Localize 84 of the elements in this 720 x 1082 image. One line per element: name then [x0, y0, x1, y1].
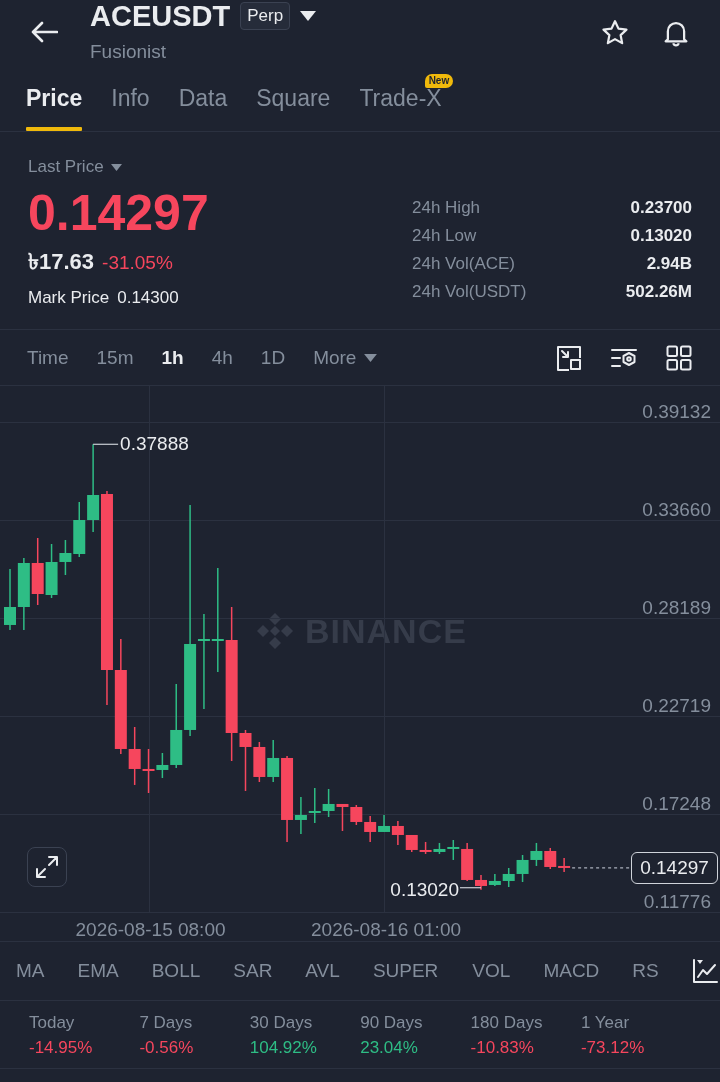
stat-label: 24h High	[412, 197, 481, 219]
indicator-tab[interactable]: BOLL	[151, 960, 201, 982]
y-axis-label: 0.39132	[642, 401, 711, 423]
indicator-tab[interactable]: MA	[16, 960, 45, 982]
period-change: -0.56%	[139, 1037, 195, 1059]
leader-line	[92, 443, 119, 445]
period-change: 23.04%	[360, 1037, 419, 1059]
candlestick	[31, 537, 44, 606]
high-price-label: 0.37888	[120, 433, 189, 456]
leader-line	[459, 887, 482, 889]
y-axis-label: 0.11776	[643, 891, 711, 913]
period-change: -14.95%	[29, 1037, 94, 1059]
x-axis-label: 2026-08-15 08:00	[75, 919, 226, 941]
candlestick	[336, 803, 349, 832]
period-change: 104.92%	[249, 1037, 318, 1059]
stat-label: 24h Vol(ACE)	[412, 253, 515, 275]
candlestick	[419, 841, 432, 855]
indicator-tab[interactable]: SUPER	[372, 960, 439, 982]
interval-tab[interactable]: Time	[27, 346, 69, 369]
current-price-tag: 0.14297	[631, 851, 718, 884]
stat-value: 0.23700	[630, 197, 692, 219]
back-arrow-icon[interactable]	[30, 21, 58, 43]
interval-tab[interactable]: More	[313, 346, 378, 369]
period-label: 90 Days	[360, 1012, 424, 1034]
indicator-tab[interactable]: AVL	[305, 960, 340, 982]
period-label: 180 Days	[470, 1012, 544, 1034]
stat-value: 2.94B	[646, 253, 692, 275]
candlestick	[391, 820, 404, 846]
period-change: -10.83%	[470, 1037, 535, 1059]
mark-price-value: 0.14300	[117, 287, 179, 309]
interval-tab[interactable]: 1h	[161, 346, 184, 369]
y-axis-label: 0.17248	[642, 793, 711, 815]
expand-icon	[35, 855, 59, 879]
stat-label: 24h Low	[412, 225, 477, 247]
grid-icon[interactable]	[666, 344, 692, 371]
indicator-tab[interactable]: EMA	[77, 960, 119, 982]
period-change: -73.12%	[580, 1037, 646, 1059]
period-label: Today	[29, 1012, 76, 1034]
candlestick	[322, 788, 335, 818]
low-price-label: 0.13020	[390, 878, 459, 901]
expand-button[interactable]	[27, 847, 67, 887]
candlestick	[4, 568, 16, 631]
y-axis-label: 0.22719	[642, 695, 711, 717]
stat-label: 24h Vol(USDT)	[412, 281, 527, 303]
indicator-tab[interactable]: VOL	[472, 960, 511, 982]
candlestick	[530, 842, 543, 867]
tab[interactable]: Price	[26, 88, 83, 131]
period-label: 30 Days	[249, 1012, 314, 1034]
candlestick	[405, 834, 418, 853]
y-axis-label: 0.33660	[642, 499, 711, 521]
tab[interactable]: Info	[111, 88, 150, 131]
y-axis-label: 0.28189	[642, 597, 711, 619]
indicator-tab[interactable]: MACD	[543, 960, 600, 982]
fiat-price: ৳17.63	[28, 249, 95, 275]
last-price: 0.14297	[28, 186, 209, 240]
tab[interactable]: Trade-X	[359, 88, 442, 131]
interval-tab[interactable]: 1D	[260, 346, 286, 369]
indicator-tab[interactable]: SAR	[233, 960, 273, 982]
contract-badge: Perp	[240, 2, 291, 30]
caret-icon	[364, 353, 378, 362]
stat-value: 0.13020	[630, 225, 692, 247]
price-type-dropdown[interactable]: Last Price	[28, 157, 122, 177]
caret-icon[interactable]	[300, 11, 317, 21]
caret-icon	[110, 163, 122, 171]
box-arrow-icon[interactable]	[556, 344, 582, 371]
tab[interactable]: Data	[178, 88, 228, 131]
line-chart-icon[interactable]	[691, 958, 718, 984]
indicator-tab[interactable]: RS	[632, 960, 659, 982]
mark-price-label: Mark Price	[28, 287, 110, 309]
price-line	[571, 867, 632, 869]
candlestick	[516, 854, 529, 883]
interval-tab[interactable]: 15m	[96, 346, 134, 369]
tab[interactable]: Square	[256, 88, 331, 131]
pair-title: ACEUSDT	[90, 0, 231, 32]
candlestick	[308, 787, 321, 824]
candlestick	[350, 804, 363, 826]
period-label: 1 Year	[580, 1012, 631, 1034]
period-label: 7 Days	[139, 1012, 194, 1034]
new-badge: New	[424, 74, 454, 88]
project-name: Fusionist	[90, 41, 168, 63]
interval-tab[interactable]: 4h	[211, 346, 233, 369]
stat-value: 502.26M	[625, 281, 692, 303]
x-axis-label: 2026-08-16 01:00	[311, 919, 461, 941]
price-change: -31.05%	[102, 251, 173, 275]
